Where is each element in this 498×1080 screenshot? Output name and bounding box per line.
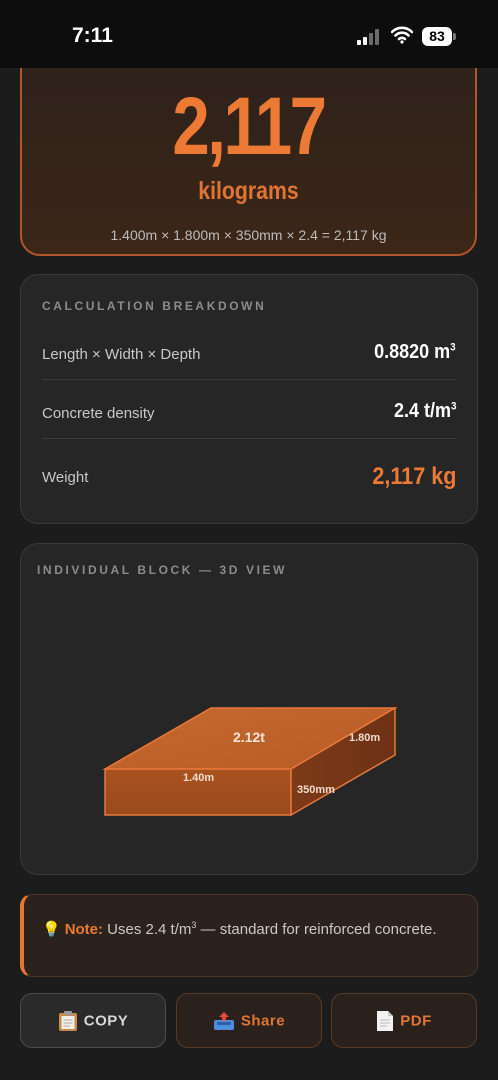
note-text: 💡 Note: Uses 2.4 t/m3 — standard for rein… bbox=[42, 920, 437, 938]
result-unit: kilograms bbox=[198, 177, 299, 205]
lightbulb-icon: 💡 bbox=[42, 921, 61, 938]
breakdown-row-density: Concrete density 2.4 t/m3 bbox=[42, 400, 456, 430]
row-value: 2.4 t/m3 bbox=[393, 400, 456, 422]
divider bbox=[42, 438, 456, 439]
result-value: 2,117 bbox=[172, 81, 327, 172]
block-view-card: INDIVIDUAL BLOCK — 3D VIEW 2.12t 1.40m 1… bbox=[20, 543, 478, 875]
note-callout: 💡 Note: Uses 2.4 t/m3 — standard for rein… bbox=[20, 894, 478, 977]
row-label: Length × Width × Depth bbox=[42, 346, 201, 363]
battery-icon: 83 bbox=[422, 27, 456, 47]
row-value-weight: 2,117 kg bbox=[371, 463, 456, 490]
block-weight-label: 2.12t bbox=[233, 729, 265, 745]
breakdown-card: CALCULATION BREAKDOWN Length × Width × D… bbox=[20, 274, 478, 524]
pdf-button[interactable]: PDF bbox=[331, 993, 477, 1048]
status-time: 7:11 bbox=[72, 24, 113, 47]
copy-button[interactable]: COPY bbox=[20, 993, 166, 1048]
breakdown-title: CALCULATION BREAKDOWN bbox=[42, 299, 267, 313]
battery-level: 83 bbox=[422, 27, 452, 46]
pdf-label: PDF bbox=[400, 1012, 432, 1030]
wifi-icon bbox=[391, 26, 413, 44]
row-label: Weight bbox=[42, 469, 89, 486]
signal-icon bbox=[357, 29, 379, 45]
block-3d-illustration bbox=[102, 706, 398, 817]
row-label: Concrete density bbox=[42, 405, 155, 422]
copy-label: COPY bbox=[83, 1012, 129, 1030]
status-bar: 7:11 83 bbox=[0, 0, 498, 68]
breakdown-row-weight: Weight 2,117 kg bbox=[42, 463, 456, 497]
share-button[interactable]: Share bbox=[176, 993, 322, 1048]
clipboard-icon bbox=[58, 1011, 77, 1032]
block-width-label: 1.80m bbox=[349, 732, 381, 744]
note-strong: Note: bbox=[64, 921, 104, 938]
divider bbox=[42, 379, 456, 380]
result-formula: 1.400m × 1.800m × 350mm × 2.4 = 2,117 kg bbox=[110, 227, 387, 243]
breakdown-row-volume: Length × Width × Depth 0.8820 m3 bbox=[42, 341, 456, 371]
row-value: 0.8820 m3 bbox=[374, 341, 456, 363]
block-depth-label: 350mm bbox=[297, 784, 335, 796]
share-icon bbox=[213, 1012, 234, 1031]
block-length-label: 1.40m bbox=[183, 772, 215, 784]
document-icon bbox=[377, 1011, 394, 1032]
share-label: Share bbox=[240, 1012, 286, 1030]
